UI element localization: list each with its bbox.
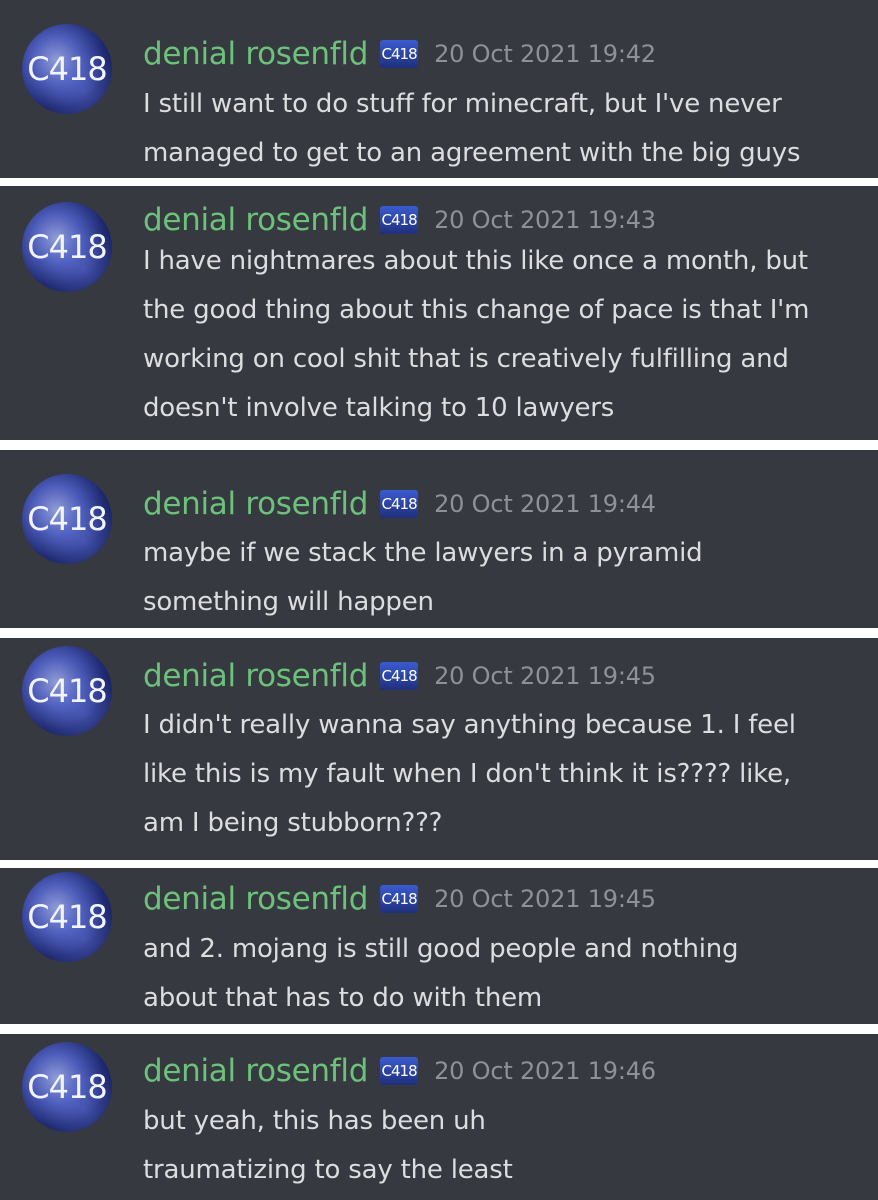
message-header: denial rosenfld C418 20 Oct 2021 19:45 <box>143 879 656 919</box>
message-text: and 2. mojang is still good people and n… <box>143 925 863 1023</box>
message-line: I didn't really wanna say anything becau… <box>143 710 796 740</box>
timestamp[interactable]: 20 Oct 2021 19:44 <box>434 490 656 518</box>
timestamp[interactable]: 20 Oct 2021 19:42 <box>434 40 656 68</box>
message-line: am I being stubborn??? <box>143 808 443 838</box>
message-text: I still want to do stuff for minecraft, … <box>143 80 863 178</box>
user-avatar[interactable]: C418 <box>22 24 112 114</box>
role-badge-icon: C418 <box>380 206 419 234</box>
role-badge-icon: C418 <box>380 40 419 68</box>
avatar-label: C418 <box>27 50 107 88</box>
message-header: denial rosenfld C418 20 Oct 2021 19:44 <box>143 484 656 524</box>
timestamp[interactable]: 20 Oct 2021 19:45 <box>434 885 656 913</box>
username[interactable]: denial rosenfld <box>143 658 368 694</box>
role-badge-icon: C418 <box>380 885 419 913</box>
message-line: managed to get to an agreement with the … <box>143 138 801 168</box>
message-panel-3: C418 denial rosenfld C418 20 Oct 2021 19… <box>0 450 878 628</box>
role-badge-icon: C418 <box>380 662 419 690</box>
message-line: working on cool shit that is creatively … <box>143 344 789 374</box>
avatar-label: C418 <box>27 898 107 936</box>
message-header: denial rosenfld C418 20 Oct 2021 19:42 <box>143 34 656 74</box>
avatar-label: C418 <box>27 1068 107 1106</box>
message-header: denial rosenfld C418 20 Oct 2021 19:43 <box>143 200 656 240</box>
message-line: doesn't involve talking to 10 lawyers <box>143 393 615 423</box>
message-text: I didn't really wanna say anything becau… <box>143 701 863 848</box>
user-avatar[interactable]: C418 <box>22 202 112 292</box>
message-header: denial rosenfld C418 20 Oct 2021 19:46 <box>143 1051 656 1091</box>
timestamp[interactable]: 20 Oct 2021 19:43 <box>434 206 656 234</box>
message-line: about that has to do with them <box>143 983 543 1013</box>
avatar-label: C418 <box>27 228 107 266</box>
username[interactable]: denial rosenfld <box>143 36 368 72</box>
message-text: maybe if we stack the lawyers in a pyram… <box>143 529 863 627</box>
role-badge-icon: C418 <box>380 490 419 518</box>
timestamp[interactable]: 20 Oct 2021 19:46 <box>434 1057 656 1085</box>
message-line: maybe if we stack the lawyers in a pyram… <box>143 538 703 568</box>
avatar-label: C418 <box>27 500 107 538</box>
timestamp[interactable]: 20 Oct 2021 19:45 <box>434 662 656 690</box>
username[interactable]: denial rosenfld <box>143 1053 368 1089</box>
user-avatar[interactable]: C418 <box>22 646 112 736</box>
message-panel-4: C418 denial rosenfld C418 20 Oct 2021 19… <box>0 638 878 860</box>
message-line: the good thing about this change of pace… <box>143 295 810 325</box>
username[interactable]: denial rosenfld <box>143 202 368 238</box>
user-avatar[interactable]: C418 <box>22 1042 112 1132</box>
avatar-label: C418 <box>27 672 107 710</box>
message-line: like this is my fault when I don't think… <box>143 759 791 789</box>
username[interactable]: denial rosenfld <box>143 881 368 917</box>
message-line: traumatizing to say the least <box>143 1155 513 1185</box>
message-line: and 2. mojang is still good people and n… <box>143 934 739 964</box>
message-line: I still want to do stuff for minecraft, … <box>143 89 782 119</box>
message-panel-5: C418 denial rosenfld C418 20 Oct 2021 19… <box>0 868 878 1024</box>
user-avatar[interactable]: C418 <box>22 872 112 962</box>
message-panel-6: C418 denial rosenfld C418 20 Oct 2021 19… <box>0 1034 878 1200</box>
message-line: something will happen <box>143 587 434 617</box>
message-line: but yeah, this has been uh <box>143 1106 486 1136</box>
message-line: I have nightmares about this like once a… <box>143 246 808 276</box>
message-panel-1: C418 denial rosenfld C418 20 Oct 2021 19… <box>0 0 878 178</box>
role-badge-icon: C418 <box>380 1057 419 1085</box>
message-panel-2: C418 denial rosenfld C418 20 Oct 2021 19… <box>0 186 878 440</box>
message-text: but yeah, this has been uh traumatizing … <box>143 1097 863 1195</box>
user-avatar[interactable]: C418 <box>22 474 112 564</box>
username[interactable]: denial rosenfld <box>143 486 368 522</box>
message-text: I have nightmares about this like once a… <box>143 237 863 433</box>
message-header: denial rosenfld C418 20 Oct 2021 19:45 <box>143 656 656 696</box>
